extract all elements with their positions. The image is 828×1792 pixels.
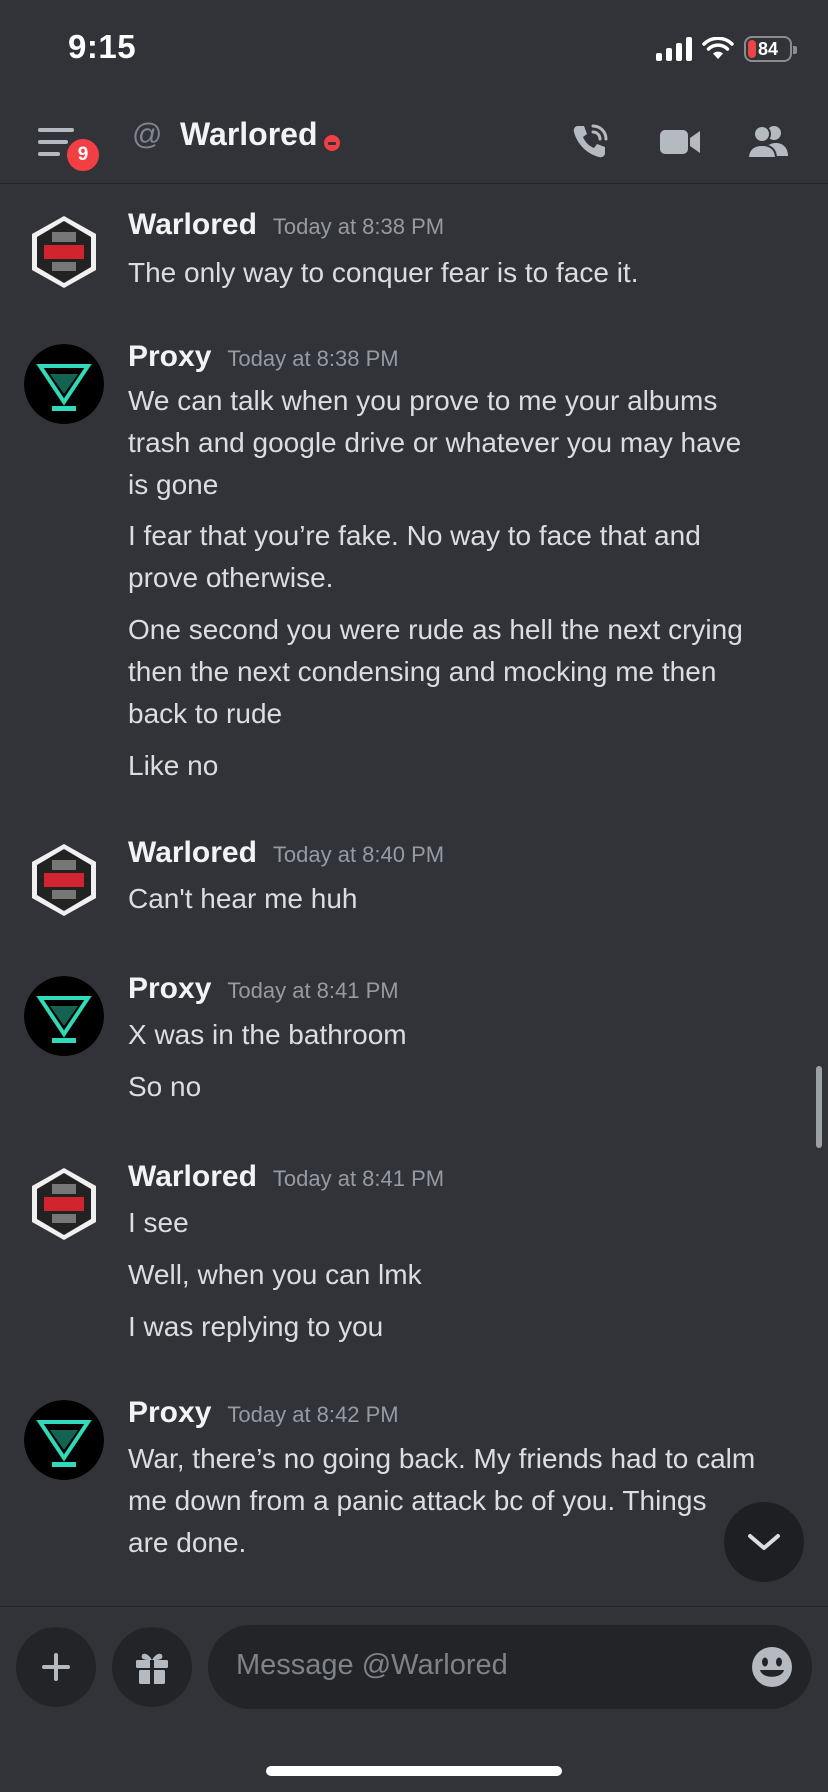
- warlored-avatar-icon: [24, 840, 104, 920]
- message-text: I was replying to you: [128, 1311, 384, 1342]
- message-author[interactable]: Proxy: [128, 340, 211, 374]
- message-text: prove otherwise.: [128, 562, 334, 593]
- message-text: back to rude: [128, 698, 283, 729]
- message-input-placeholder: Message @Warlored: [236, 1649, 508, 1681]
- proxy-avatar-icon: [24, 344, 104, 424]
- channel-header: 9 @ Warlored: [0, 100, 828, 184]
- gift-button[interactable]: [112, 1627, 192, 1707]
- message-author[interactable]: Warlored: [128, 208, 257, 242]
- message-author[interactable]: Proxy: [128, 972, 211, 1006]
- message-text: are done.: [128, 1527, 247, 1558]
- avatar[interactable]: [24, 1400, 104, 1480]
- message-timestamp: Today at 8:38 PM: [272, 214, 445, 239]
- message-text: We can talk when you prove to me your al…: [128, 385, 718, 416]
- jump-to-latest-button[interactable]: [724, 1502, 804, 1582]
- status-bar: 9:15 84: [0, 0, 828, 100]
- avatar[interactable]: [24, 976, 104, 1056]
- wifi-icon: [702, 37, 734, 59]
- message-text: The only way to conquer fear is to face …: [128, 257, 639, 288]
- message-text: then the next condensing and mocking me …: [128, 656, 717, 687]
- chevron-down-icon: [748, 1534, 780, 1550]
- message-timestamp: Today at 8:41 PM: [272, 1166, 445, 1191]
- proxy-avatar-icon: [24, 1400, 104, 1480]
- at-icon: @: [132, 118, 163, 151]
- avatar[interactable]: [24, 212, 104, 292]
- message-text: Like no: [128, 750, 219, 781]
- gift-icon: [136, 1653, 168, 1684]
- avatar[interactable]: [24, 344, 104, 424]
- avatar[interactable]: [24, 840, 104, 920]
- battery-icon: 84: [744, 36, 797, 62]
- home-indicator[interactable]: [266, 1766, 562, 1776]
- message-timestamp: Today at 8:40 PM: [272, 842, 445, 867]
- cellular-signal-icon: [656, 37, 692, 61]
- status-icons: 84: [656, 34, 797, 64]
- message-timestamp: Today at 8:41 PM: [227, 978, 399, 1003]
- message-text: Can't hear me huh: [128, 883, 358, 914]
- video-icon[interactable]: [658, 120, 702, 164]
- message-text: I see: [128, 1207, 189, 1238]
- members-icon[interactable]: [746, 120, 790, 164]
- message-text: X was in the bathroom: [128, 1019, 407, 1050]
- scrollbar[interactable]: [816, 1066, 822, 1148]
- dnd-status-icon: [324, 135, 340, 151]
- message-text: I fear that you’re fake. No way to face …: [128, 520, 701, 551]
- status-time: 9:15: [68, 28, 137, 65]
- message-timestamp: Today at 8:38 PM: [227, 346, 399, 371]
- notification-badge: 9: [64, 136, 102, 174]
- message-input[interactable]: Message @Warlored: [208, 1625, 812, 1709]
- message-text: trash and google drive or whatever you m…: [128, 427, 742, 458]
- message-timestamp: Today at 8:42 PM: [227, 1402, 399, 1427]
- message-text: Well, when you can lmk: [128, 1259, 422, 1290]
- avatar[interactable]: [24, 1164, 104, 1244]
- plus-icon: [42, 1653, 70, 1681]
- message-text: War, there’s no going back. My friends h…: [128, 1443, 756, 1474]
- message-text: One second you were rude as hell the nex…: [128, 614, 743, 645]
- message-author[interactable]: Warlored: [128, 836, 257, 870]
- message-text: is gone: [128, 469, 219, 500]
- phone-call-icon[interactable]: [568, 120, 612, 164]
- message-text: me down from a panic attack bc of you. T…: [128, 1485, 707, 1516]
- proxy-avatar-icon: [24, 976, 104, 1056]
- warlored-avatar-icon: [24, 1164, 104, 1244]
- channel-title[interactable]: Warlored: [180, 116, 318, 153]
- warlored-avatar-icon: [24, 212, 104, 292]
- message-author[interactable]: Proxy: [128, 1396, 211, 1430]
- message-author[interactable]: Warlored: [128, 1160, 257, 1194]
- message-list[interactable]: Warlored Today at 8:38 PM The only way t…: [0, 184, 828, 1606]
- message-composer: Message @Warlored: [0, 1606, 828, 1792]
- battery-level: 84: [757, 38, 779, 59]
- add-attachment-button[interactable]: [16, 1627, 96, 1707]
- message-text: So no: [128, 1071, 202, 1102]
- emoji-icon[interactable]: [750, 1645, 794, 1689]
